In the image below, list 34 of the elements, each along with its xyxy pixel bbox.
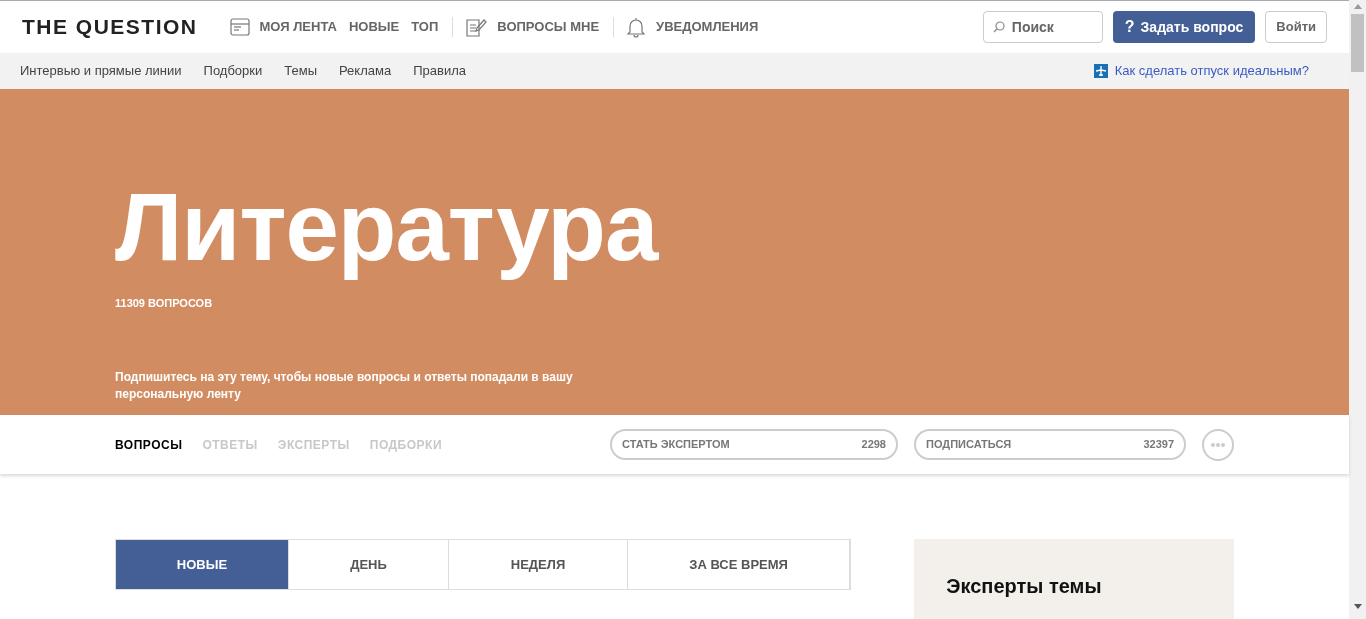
nav-link[interactable]: НОВЫЕ (348, 17, 400, 37)
scrollbar[interactable] (1349, 0, 1366, 619)
more-icon (1211, 442, 1225, 447)
sidebar-title: Эксперты темы (946, 574, 1103, 599)
subnav-link[interactable]: Реклама (339, 61, 392, 81)
topic-title: Литература (115, 172, 658, 282)
period-tab[interactable]: НОВЫЕ (116, 540, 289, 589)
topic-tab[interactable]: ВОПРОСЫ (115, 435, 183, 454)
scroll-down-icon[interactable] (1353, 604, 1362, 609)
action-pill-button[interactable]: ПОДПИСАТЬСЯ 32397 (914, 429, 1186, 460)
subnav-link[interactable]: Правила (413, 61, 466, 81)
search-icon (992, 21, 1005, 34)
more-button[interactable] (1202, 428, 1234, 461)
nav-link[interactable]: ВОПРОСЫ МНЕ (497, 17, 600, 37)
subscribe-hint: Подпишитесь на эту тему, чтобы новые вопросы и ответы попадали в вашу персональную ленту (115, 368, 574, 403)
login-button[interactable]: Войти (1265, 11, 1327, 44)
bell-icon (626, 16, 647, 39)
subnav-link[interactable]: Интервью и прямые линии (20, 61, 182, 81)
scroll-up-icon[interactable] (1353, 4, 1362, 9)
nav-link[interactable]: ТОП (411, 17, 439, 37)
nav-link[interactable]: УВЕДОМЛЕНИЯ (656, 17, 759, 37)
promo-link[interactable]: Как сделать отпуск идеальным? (1114, 61, 1309, 81)
subnav-link[interactable]: Темы (284, 61, 317, 81)
site-logo[interactable]: THE QUESTION (22, 11, 198, 43)
ask-question-button[interactable]: ? Задать вопрос (1112, 11, 1256, 44)
action-pill-button[interactable]: СТАТЬ ЭКСПЕРТОМ 2298 (610, 429, 898, 460)
question-count: 11309 ВОПРОСОВ (115, 296, 214, 311)
browser-window-icon (229, 17, 250, 38)
nav-link[interactable]: МОЯ ЛЕНТА (259, 17, 337, 37)
document-pencil-icon (465, 16, 488, 39)
scrollbar-thumb[interactable] (1351, 14, 1364, 72)
airplane-icon (1093, 64, 1108, 79)
search-field[interactable]: Поиск (982, 11, 1103, 44)
subnav-link[interactable]: Подборки (203, 61, 263, 81)
